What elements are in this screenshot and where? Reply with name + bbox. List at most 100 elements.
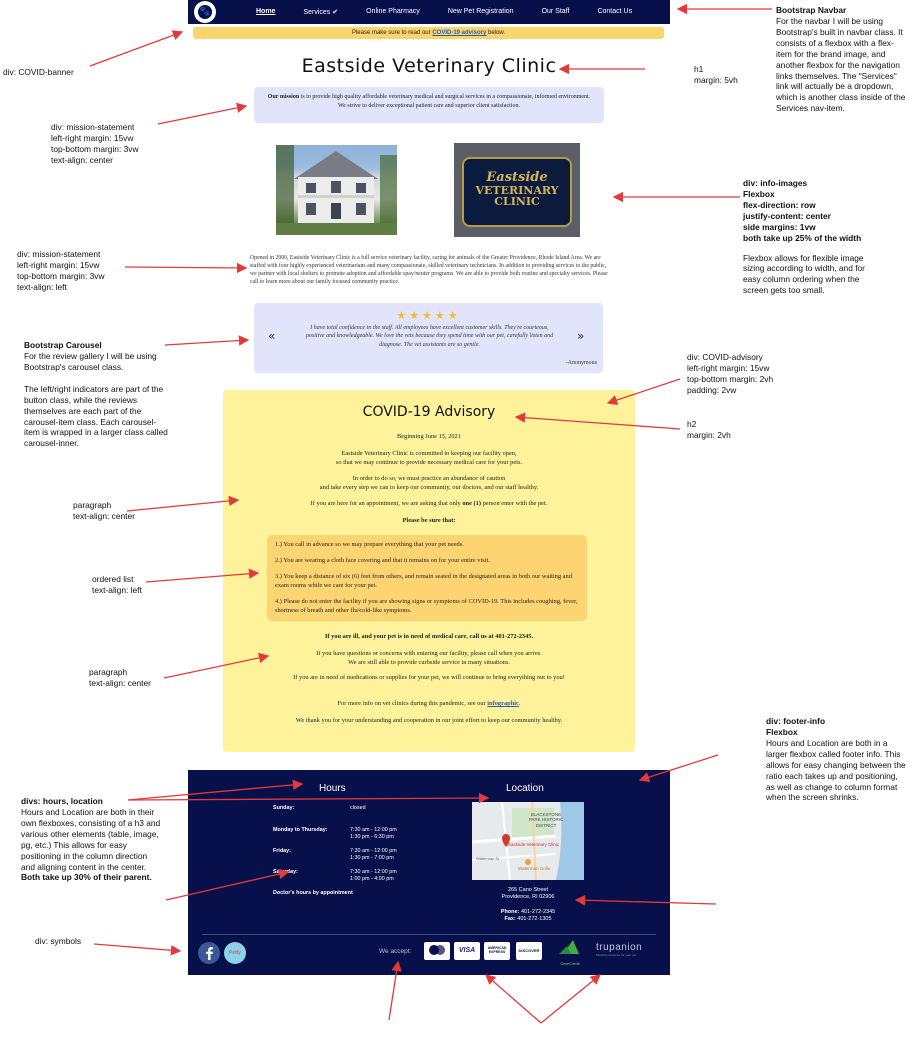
visa-icon: VISA	[454, 942, 480, 960]
annotation-h1: h1 margin: 5vh	[694, 64, 738, 86]
annotation-mission2-line: div: mission-statement	[17, 249, 101, 259]
annotation-olist-line: ordered list	[92, 574, 134, 584]
location-map[interactable]: BLACKSTONE PARK HISTORIC DISTRICT Eastsi…	[472, 802, 584, 880]
annotation-h2-a: h2	[687, 419, 697, 429]
advisory-p3: If you are here for an appointment, we a…	[223, 500, 635, 509]
nav-links: Home Services ✔ Online Pharmacy New Pet …	[256, 8, 660, 16]
hours-day: Sunday:	[273, 805, 295, 811]
annotation-h1-a: h1	[694, 64, 704, 74]
annotation-footer-info-body: Hours and Location are both in a larger …	[766, 737, 906, 803]
map-poi-label: Waterman Grille	[518, 866, 551, 871]
location-heading: Location	[506, 783, 544, 794]
house-image	[276, 145, 397, 235]
annotation-mission2: div: mission-statement left-right margin…	[17, 249, 105, 293]
annotation-h2: h2 margin: 2vh	[687, 419, 731, 441]
address-line2: Providence, RI 02906	[501, 894, 555, 901]
contact-numbers: Phone: 401-272-2345 Fax: 401-272-1305	[472, 909, 584, 924]
annotation-carousel: Bootstrap Carousel For the review galler…	[24, 340, 169, 449]
nav-home[interactable]: Home	[256, 8, 275, 16]
sign-image: Eastside VETERINARY CLINIC	[454, 143, 580, 237]
annotation-mission2-line: left-right margin: 15vw	[17, 259, 100, 270]
mission-text: is to provide high quality affordable ve…	[299, 94, 591, 109]
list-item: 4.) Please do not enter the facility if …	[275, 597, 578, 614]
annotation-h1-b: margin: 5vh	[694, 74, 738, 85]
amex-icon: AMERICAN EXPRESS	[484, 942, 510, 960]
carecredit-label: CareCredit	[560, 961, 580, 966]
annotation-info-line: div: info-images	[743, 178, 808, 188]
mission-statement: Our mission is to provide high quality a…	[254, 87, 604, 123]
webpage-mockup: 🐾 Home Services ✔ Online Pharmacy New Pe…	[188, 0, 670, 975]
carousel-prev-button[interactable]: «	[268, 329, 275, 343]
annotation-info-line: justify-content: center	[743, 210, 831, 221]
diagram-stage: 🐾 Home Services ✔ Online Pharmacy New Pe…	[0, 0, 910, 1056]
address: 265 Cano Street Providence, RI 02906	[472, 887, 584, 902]
trupanion-text: trupanion	[596, 942, 643, 953]
petly-icon[interactable]: Petly	[224, 942, 246, 964]
annotation-paragraph1: paragraph text-align: center	[73, 500, 135, 522]
infographic-link[interactable]: infographic	[487, 700, 519, 707]
advisory-ordered-list: 1.) You call in advance so we may prepar…	[267, 535, 587, 621]
advisory-date: Beginning June 15, 2021	[397, 433, 461, 440]
annotation-footer-info: div: footer-info Flexbox Hours and Locat…	[766, 716, 906, 803]
annotation-h2-b: margin: 2vh	[687, 429, 731, 440]
annotation-mission1: div: mission-statement left-right margin…	[51, 122, 139, 166]
hours-time: 7:30 am - 12:00 pm 1:30 pm - 7:00 pm	[350, 848, 397, 862]
page-title: Eastside Veterinary Clinic	[301, 55, 557, 77]
hours-day: Doctor's hours by appointment	[273, 890, 353, 896]
banner-advisory-link[interactable]: COVID-19 advisory	[432, 30, 486, 36]
advisory-p8: We thank you for your understanding and …	[295, 717, 563, 724]
trupanion-logo: trupanion Medical insurance for your pet	[596, 942, 662, 957]
nav-services[interactable]: Services ✔	[303, 8, 338, 16]
carousel-next-button[interactable]: »	[577, 329, 584, 343]
annotation-navbar-body: For the navbar I will be using Bootstrap…	[776, 15, 906, 114]
annotation-navbar: Bootstrap Navbar For the navbar I will b…	[776, 5, 906, 114]
advisory-p3-after: person enter with the pet.	[481, 500, 548, 507]
list-item: 2.) You are wearing a cloth face coverin…	[275, 556, 490, 564]
banner-text-after: below.	[486, 30, 506, 36]
annotation-mission1-line: text-align: center	[51, 154, 113, 165]
paw-icon: 🐾	[198, 5, 212, 19]
map-road-label: Waterman St	[476, 856, 500, 861]
annotation-footer-info-line: Flexbox	[766, 726, 798, 737]
annotation-info-line: both take up 25% of the width	[743, 232, 862, 243]
advisory-p5a: If you have questions or concerns with e…	[316, 650, 542, 657]
annotation-paragraph2: paragraph text-align: center	[89, 667, 151, 689]
nav-contact[interactable]: Contact Us	[597, 8, 632, 16]
discover-icon: DISCOVER	[516, 942, 542, 960]
nav-staff[interactable]: Our Staff	[542, 8, 570, 16]
review-author: -Anonymous	[565, 360, 597, 366]
nav-registration[interactable]: New Pet Registration	[448, 8, 514, 16]
advisory-p1a: Eastside Veterinary Clinic is committed …	[341, 450, 517, 457]
annotation-info-images: div: info-images Flexbox flex-direction:…	[743, 178, 903, 296]
annotation-hours-loc-body: Hours and Location are both in their own…	[21, 806, 161, 872]
list-item: 1.) You call in advance so we may prepar…	[275, 541, 464, 548]
hours-time: closed	[350, 805, 366, 811]
rating-stars: ★★★★★	[396, 309, 461, 322]
banner-text-before: Please make sure to read our	[351, 30, 433, 36]
annotation-advisory-line: padding: 2vw	[687, 384, 737, 395]
brand-logo[interactable]: 🐾	[194, 1, 216, 23]
advisory-p2a: In order to do so, we must practice an a…	[352, 475, 506, 482]
facebook-icon[interactable]	[198, 942, 220, 969]
advisory-p7-after: .	[518, 700, 521, 707]
map-pin-label: Eastside Veterinary Clinic	[508, 842, 560, 847]
annotation-info-line: side margins: 1vw	[743, 221, 816, 232]
sign-line3: CLINIC	[494, 195, 540, 209]
annotation-mission1-line: top-bottom margin: 3vw	[51, 143, 139, 154]
hours-time: 7:30 am - 12:00 pm 1:00 pm - 4:00 pm	[350, 869, 397, 883]
nav-pharmacy[interactable]: Online Pharmacy	[366, 8, 420, 16]
footer: Hours Location Sunday: closed Monday to T…	[188, 770, 670, 975]
annotation-advisory-line: left-right margin: 15vw	[687, 362, 770, 373]
annotation-footer-info-line: div: footer-info	[766, 716, 826, 726]
annotation-olist-line: text-align: left	[92, 584, 142, 595]
annotation-covid-banner: div: COVID-banner	[3, 67, 74, 77]
carecredit-icon: CareCredit	[553, 938, 587, 966]
annotation-carousel-head: Bootstrap Carousel	[24, 340, 102, 350]
hours-day: Monday to Thursday:	[273, 827, 328, 833]
advisory-p3-bold: one (1)	[462, 500, 481, 507]
sign-line1: Eastside	[486, 170, 548, 185]
annotation-info-line: flex-direction: row	[743, 199, 816, 210]
fax-number: 401-272-1305	[515, 916, 552, 923]
annotation-symbols: div: symbols	[35, 936, 82, 946]
annotation-mission1-line: div: mission-statement	[51, 122, 135, 132]
